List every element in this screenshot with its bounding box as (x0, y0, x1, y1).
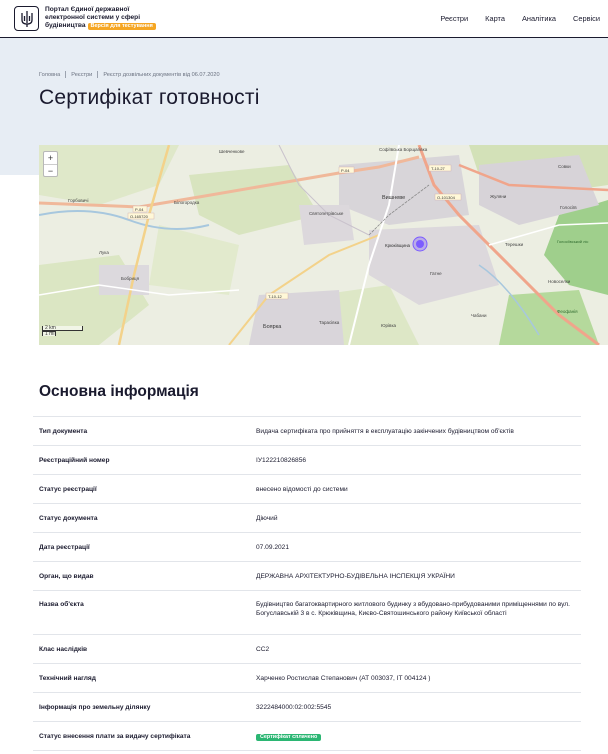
info-row-reg-number: Реєстраційний номер ІУ122210826856 (33, 446, 581, 475)
info-label: Статус документа (39, 515, 98, 522)
info-value: СС2 (256, 646, 270, 653)
info-label: Клас наслідків (39, 646, 88, 653)
brand-line-3: будівництва (45, 22, 86, 30)
nav-services[interactable]: Сервіси (573, 14, 600, 23)
map-scale: 2 km 1 mi (42, 326, 83, 337)
info-row-issuer: Орган, що видав ДЕРЖАВНА АРХІТЕКТУРНО-БУ… (33, 562, 581, 591)
info-value: ІУ122210826856 (256, 457, 307, 464)
breadcrumb-separator (65, 71, 67, 78)
breadcrumb: Головна Реєстри Реєстр дозвільних докуме… (39, 71, 220, 78)
info-row-payment-status: Статус внесення плати за видачу сертифік… (33, 722, 581, 751)
info-value: 3222484000:02:002:5545 (256, 704, 332, 711)
nav-registries[interactable]: Реєстри (440, 14, 468, 23)
map-label-hatne: Гатне (430, 271, 442, 276)
site-header: Портал Єдиної державної електронної сист… (0, 0, 608, 38)
info-row-reg-date: Дата реєстрації 07.09.2021 (33, 533, 581, 562)
info-label: Орган, що видав (39, 573, 94, 580)
info-label: Реєстраційний номер (39, 457, 110, 464)
info-label: Інформація про земельну ділянку (39, 704, 151, 711)
info-label: Назва об'єкта (39, 601, 84, 608)
info-value: Будівництво багатоквартирного житлового … (256, 601, 570, 617)
map-label-iurivka: Юрівка (381, 323, 397, 328)
info-row-object-name: Назва об'єкта Будівництво багатоквартирн… (33, 591, 581, 635)
payment-status-badge: Сертифікат сплачено (256, 734, 322, 741)
map-label-sofiivska: Софіївська Борщагівка (379, 147, 428, 152)
page-title: Сертифікат готовності (39, 86, 260, 109)
location-map[interactable]: Шевченкове Софіївська Борщагівка Горбови… (39, 145, 608, 345)
map-label-sovky: Совки (558, 164, 571, 169)
info-value: Діючий (256, 515, 278, 522)
map-label-boiarka: Боярка (263, 324, 282, 330)
brand-title[interactable]: Портал Єдиної державної електронної сист… (45, 6, 175, 31)
info-label: Технічний нагляд (39, 675, 96, 682)
zoom-out-button[interactable]: − (44, 164, 57, 176)
map-label-luka: Лука (99, 250, 109, 255)
info-value: Видача сертифіката про прийняття в експл… (256, 428, 514, 435)
map-label-novoselky: Новоселки (548, 279, 571, 284)
info-row-tech-supervision: Технічний нагляд Харченко Ростислав Степ… (33, 664, 581, 693)
map-label-chabany: Чабани (471, 313, 487, 318)
breadcrumb-home[interactable]: Головна (39, 72, 60, 78)
map-label-horbovychi: Горбовичі (68, 198, 88, 203)
map-label-vyshneve: Вишневе (382, 195, 405, 201)
map-label-zhuliany: Жуляни (490, 194, 507, 199)
breadcrumb-separator (97, 71, 99, 78)
section-title: Основна інформація (39, 383, 199, 400)
brand-line-1: Портал Єдиної державної (45, 6, 130, 13)
info-value: внесено відомості до системи (256, 486, 348, 493)
info-value: Сертифікат сплачено (256, 733, 581, 750)
test-version-badge: Версія для тестування (87, 23, 156, 31)
map-zoom-control: + − (43, 151, 58, 177)
info-value: Харченко Ростислав Степанович (АТ 003037… (256, 675, 431, 682)
breadcrumb-registries[interactable]: Реєстри (71, 72, 92, 78)
map-label-bilohorodka: Білогородка (174, 200, 200, 205)
info-label: Статус внесення плати за видачу сертифік… (39, 733, 191, 740)
info-row-land-plot: Інформація про земельну ділянку 32224840… (33, 693, 581, 722)
info-label: Тип документа (39, 428, 88, 435)
map-road-t1027: T-10-27 (431, 166, 446, 171)
map-label-holosiiv: Голосіїв (560, 205, 577, 210)
nav-analytics[interactable]: Аналітика (522, 14, 556, 23)
map-label-bobrytsia: Бобриця (121, 276, 140, 281)
map-road-o101304: O-101304 (437, 195, 456, 200)
map-label-shevchenkove: Шевченкове (219, 149, 245, 154)
info-value: 07.09.2021 (256, 544, 290, 551)
map-label-tarasivka: Тарасівка (319, 320, 340, 325)
info-label: Статус реєстрації (39, 486, 97, 493)
map-road-t1012: T-10-12 (268, 294, 283, 299)
map-label-holosiivskyi: Голосіївський ліс (557, 239, 588, 244)
info-value: ДЕРЖАВНА АРХІТЕКТУРНО-БУДІВЕЛЬНА ІНСПЕКЦ… (256, 573, 455, 580)
zoom-in-button[interactable]: + (44, 152, 57, 164)
scale-mi: 1 mi (42, 331, 56, 337)
map-label-tereshky: Терешки (505, 242, 524, 247)
main-nav: Реєстри Карта Аналітика Сервіси (440, 14, 600, 23)
info-label: Дата реєстрації (39, 544, 90, 551)
trident-logo-icon[interactable] (14, 6, 39, 31)
map-road-r04-west: P-04 (135, 207, 144, 212)
map-road-r04-east: P-04 (341, 168, 350, 173)
info-row-reg-status: Статус реєстрації внесено відомості до с… (33, 475, 581, 504)
info-row-doc-type: Тип документа Видача сертифіката про при… (33, 417, 581, 446)
map-road-o165720: O-165720 (130, 214, 149, 219)
nav-map[interactable]: Карта (485, 14, 505, 23)
map-label-feofaniia: Феофанія (557, 309, 578, 314)
info-row-doc-status: Статус документа Діючий (33, 504, 581, 533)
map-label-kriukivshchyna: Крюківщина (385, 243, 411, 248)
map-label-sviatopetrivske: Святопетрівське (309, 211, 344, 216)
info-table: Тип документа Видача сертифіката про при… (33, 416, 581, 751)
breadcrumb-current[interactable]: Реєстр дозвільних документів від 06.07.2… (103, 72, 219, 78)
info-row-consequence-class: Клас наслідків СС2 (33, 635, 581, 664)
